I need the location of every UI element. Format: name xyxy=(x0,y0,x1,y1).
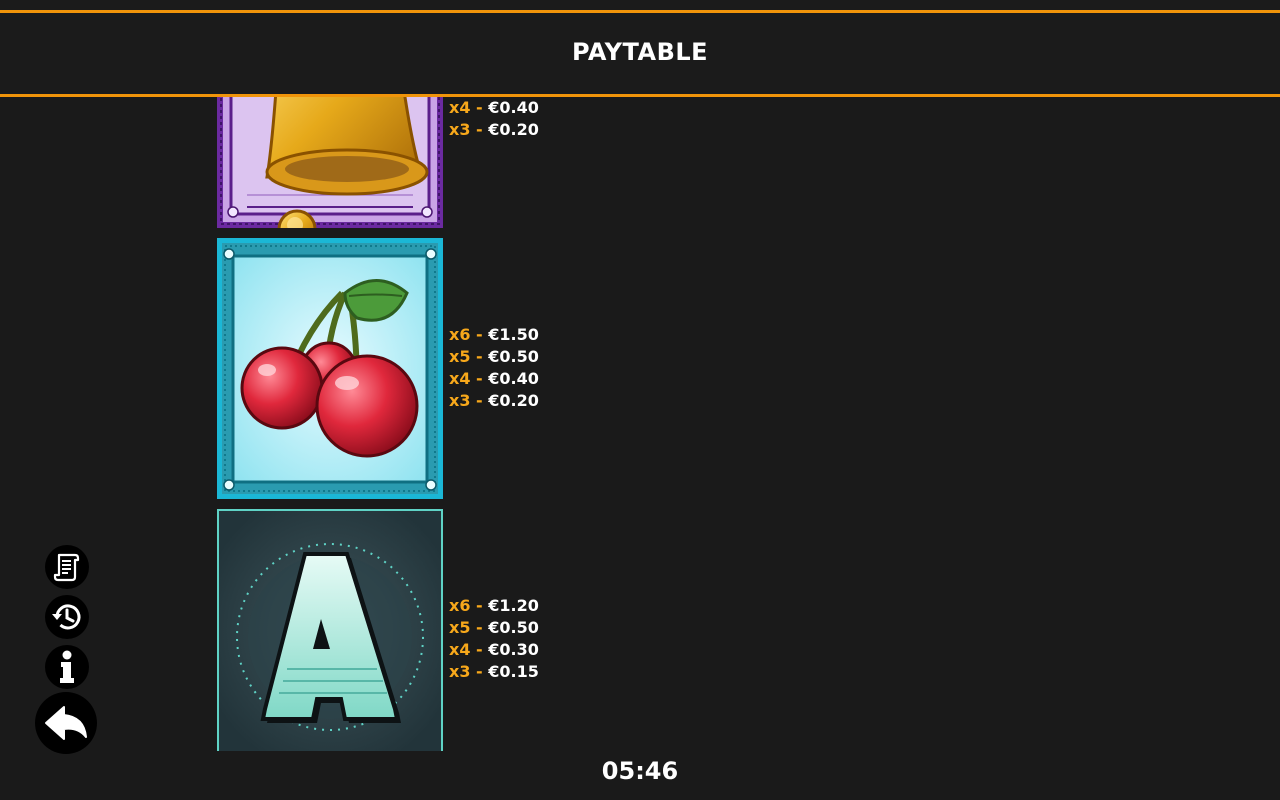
page-title: PAYTABLE xyxy=(571,38,709,66)
paytable-screen: PAYTABLE x4 - €0.40 x3 - €0.20 x6 - €1.5… xyxy=(0,0,1280,800)
bell-paylist: x4 - €0.40 x3 - €0.20 xyxy=(449,97,539,141)
letter-a-symbol xyxy=(217,509,443,751)
bell-symbol xyxy=(217,97,443,228)
back-arrow-icon xyxy=(45,706,87,740)
clock-time: 05:46 xyxy=(601,757,679,785)
paytable-scroll-area[interactable]: x4 - €0.40 x3 - €0.20 x6 - €1.50 x5 - €0… xyxy=(0,97,1280,751)
pay-row: x4 - €0.40 xyxy=(449,369,539,388)
info-button[interactable] xyxy=(45,645,89,689)
pay-row: x3 - €0.15 xyxy=(449,662,539,681)
header-bar: PAYTABLE xyxy=(0,0,1280,97)
pay-row: x4 - €0.30 xyxy=(449,640,539,659)
header-bottom-divider xyxy=(0,94,1280,97)
info-icon xyxy=(60,650,74,683)
pay-row: x3 - €0.20 xyxy=(449,120,539,139)
pay-row: x5 - €0.50 xyxy=(449,618,539,637)
back-button[interactable] xyxy=(35,692,97,754)
cherries-paylist: x6 - €1.50 x5 - €0.50 x4 - €0.40 x3 - €0… xyxy=(449,324,539,412)
pay-row: x5 - €0.50 xyxy=(449,347,539,366)
header-top-divider xyxy=(0,10,1280,13)
history-icon xyxy=(52,604,81,630)
history-button[interactable] xyxy=(45,595,89,639)
letter-a-paylist: x6 - €1.20 x5 - €0.50 x4 - €0.30 x3 - €0… xyxy=(449,595,539,683)
pay-row: x4 - €0.40 xyxy=(449,98,539,117)
pay-row: x6 - €1.50 xyxy=(449,325,539,344)
paytable-button[interactable] xyxy=(45,545,89,589)
pay-row: x3 - €0.20 xyxy=(449,391,539,410)
paytable-scroll-icon xyxy=(53,553,80,582)
pay-row: x6 - €1.20 xyxy=(449,596,539,615)
cherries-symbol xyxy=(217,238,443,499)
